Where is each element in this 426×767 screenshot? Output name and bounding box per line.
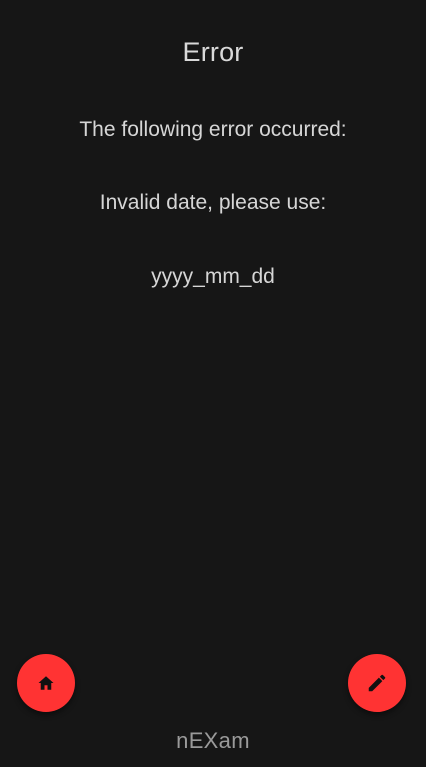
error-screen: Error The following error occurred: Inva… xyxy=(0,0,426,767)
edit-button[interactable] xyxy=(348,654,406,712)
error-intro-text: The following error occurred: xyxy=(79,118,347,141)
date-format-text: yyyy_mm_dd xyxy=(151,265,275,288)
home-icon xyxy=(37,674,55,692)
home-button[interactable] xyxy=(17,654,75,712)
pencil-icon xyxy=(366,672,388,694)
error-message-text: Invalid date, please use: xyxy=(99,191,327,214)
app-name-footer: nEXam xyxy=(176,728,250,753)
page-title: Error xyxy=(182,37,244,67)
